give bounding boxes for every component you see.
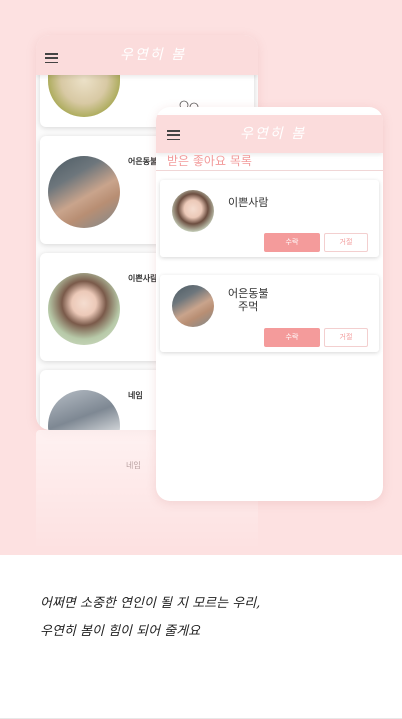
- caption: 어쩌면 소중한 연인이 될 지 모르는 우리, 우연히 봄이 힘이 되어 줄게요: [40, 590, 380, 646]
- hand-avatar: [48, 390, 120, 430]
- app-title: 우연히 봄: [240, 126, 306, 142]
- reject-button[interactable]: 거절: [324, 233, 368, 252]
- hero-background: 우연히 봄 어은동불 이쁜사람 네임 네임 우연히 봄 받은 좋아요 목록 이쁜…: [0, 0, 402, 555]
- woman-avatar: [48, 273, 120, 345]
- app-title: 우연히 봄: [120, 47, 186, 63]
- card-name: 이쁜사람: [128, 274, 158, 283]
- hamburger-menu-icon[interactable]: [167, 130, 180, 141]
- reject-button[interactable]: 거절: [324, 328, 368, 347]
- like-name: 이쁜사람: [228, 196, 269, 209]
- hamburger-menu-icon[interactable]: [45, 53, 58, 64]
- caption-line: 어쩌면 소중한 연인이 될 지 모르는 우리,: [40, 596, 261, 611]
- caption-line: 우연히 봄이 힘이 되어 줄게요: [40, 624, 201, 639]
- front-phone-screen: 우연히 봄 받은 좋아요 목록 이쁜사람 수락 거절 어은동불 주먹 수락 거절: [156, 107, 383, 501]
- card-name: 네임: [128, 391, 143, 400]
- back-app-bar: 우연히 봄: [36, 35, 258, 75]
- divider: [156, 170, 383, 171]
- card-name: 어은동불: [128, 157, 158, 166]
- received-likes-title: 받은 좋아요 목록: [167, 154, 252, 168]
- woman-avatar: [172, 190, 214, 232]
- arm-avatar: [172, 285, 214, 327]
- like-name: 어은동불 주먹: [228, 287, 269, 313]
- like-card: 어은동불 주먹 수락 거절: [160, 275, 379, 352]
- arm-avatar: [48, 156, 120, 228]
- accept-button[interactable]: 수락: [264, 233, 320, 252]
- reflection-name: 네임: [126, 461, 141, 470]
- like-card: 이쁜사람 수락 거절: [160, 180, 379, 257]
- accept-button[interactable]: 수락: [264, 328, 320, 347]
- front-app-bar: 우연히 봄: [156, 115, 383, 153]
